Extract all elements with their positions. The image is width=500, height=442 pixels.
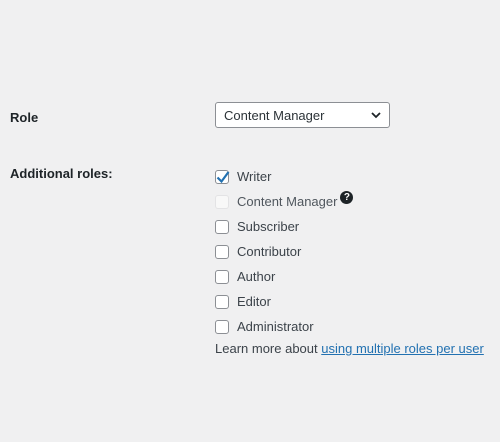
role-select[interactable]: Content Manager: [215, 102, 390, 128]
role-option-content-manager: Content Manager ?: [215, 189, 354, 214]
additional-roles-list: Writer Content Manager ? Subscriber Cont…: [215, 164, 354, 339]
additional-roles-label: Additional roles:: [10, 166, 113, 181]
role-option-contributor[interactable]: Contributor: [215, 239, 353, 264]
role-option-editor[interactable]: Editor: [215, 289, 353, 314]
learn-more-prefix: Learn more about: [215, 341, 318, 356]
multiple-roles-link[interactable]: using multiple roles per user: [321, 341, 484, 356]
role-option-label: Subscriber: [237, 219, 300, 234]
role-select-value: Content Manager: [224, 107, 325, 123]
role-label: Role: [10, 110, 39, 125]
administrator-checkbox[interactable]: [215, 319, 229, 334]
role-option-writer[interactable]: Writer: [215, 164, 353, 189]
role-option-label: Content Manager: [237, 194, 338, 209]
learn-more-text: Learn more about using multiple roles pe…: [215, 341, 484, 356]
role-option-label: Administrator: [237, 319, 314, 334]
help-icon[interactable]: ?: [340, 191, 354, 204]
content-manager-checkbox: [215, 194, 229, 209]
role-option-label: Author: [237, 269, 276, 284]
checkmark-icon: [216, 170, 230, 183]
role-option-author[interactable]: Author: [215, 264, 353, 289]
author-checkbox[interactable]: [215, 269, 229, 284]
role-option-administrator[interactable]: Administrator: [215, 314, 353, 339]
contributor-checkbox[interactable]: [215, 244, 229, 259]
subscriber-checkbox[interactable]: [215, 219, 229, 234]
editor-checkbox[interactable]: [215, 294, 229, 309]
role-option-subscriber[interactable]: Subscriber: [215, 214, 353, 239]
chevron-down-icon: [370, 109, 382, 121]
role-option-label: Writer: [237, 169, 272, 184]
role-option-label: Editor: [237, 294, 271, 309]
writer-checkbox[interactable]: [215, 169, 230, 184]
role-option-label: Contributor: [237, 244, 302, 259]
